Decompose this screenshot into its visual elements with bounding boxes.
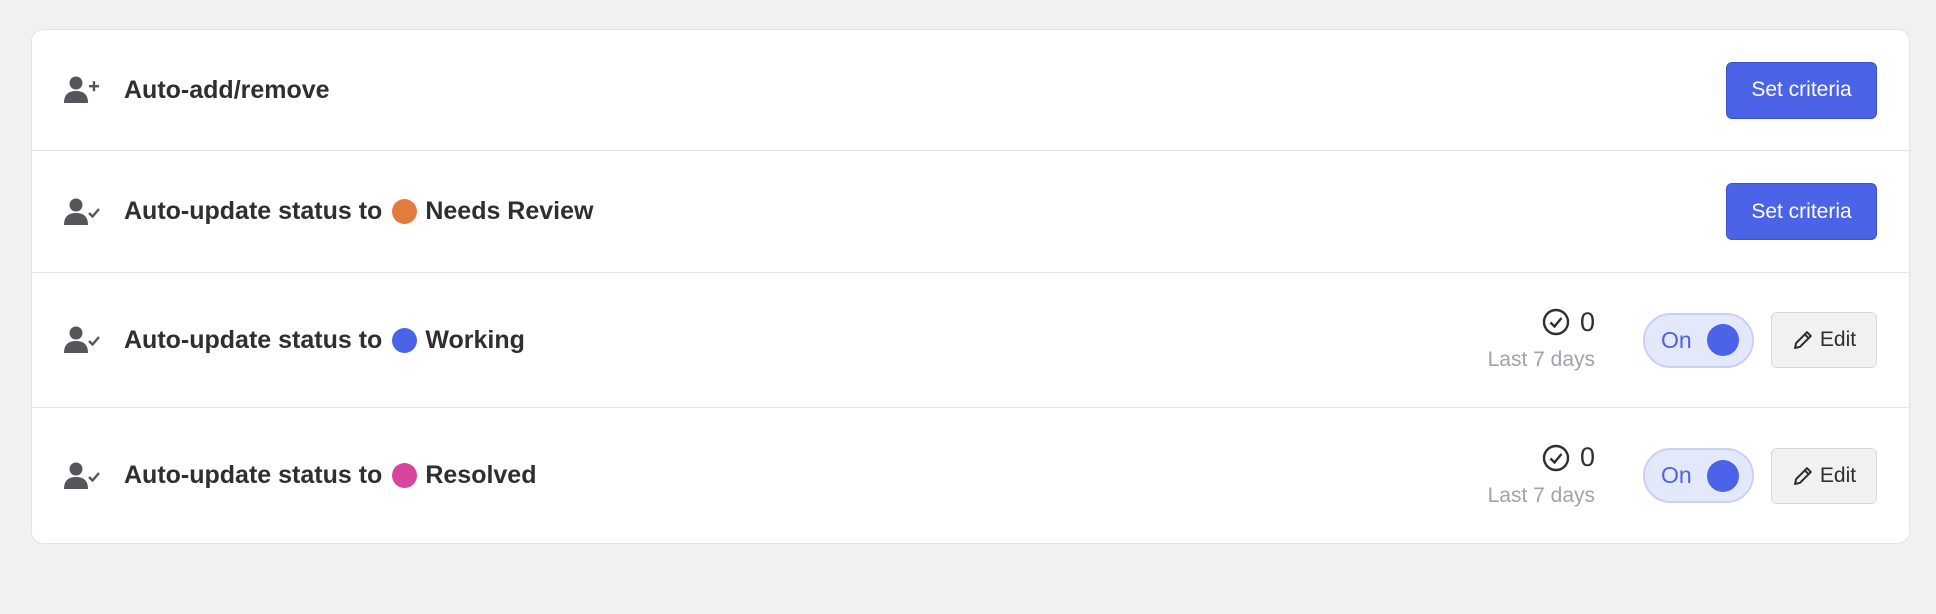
- run-count: 0: [1542, 308, 1595, 336]
- run-count: 0: [1542, 444, 1595, 472]
- edit-button[interactable]: Edit: [1771, 312, 1877, 368]
- rule-row-resolved: Auto-update status to Resolved 0 Last 7 …: [32, 408, 1909, 543]
- edit-button[interactable]: Edit: [1771, 447, 1877, 504]
- rule-title: Auto-update status to: [124, 461, 383, 489]
- edit-label: Edit: [1819, 463, 1857, 487]
- set-criteria-button[interactable]: Set criteria: [1726, 61, 1877, 119]
- rule-title: Auto-update status to: [124, 197, 383, 225]
- rule-row-working: Auto-update status to Working 0 Last 7 d…: [32, 273, 1909, 408]
- automation-rules-card: Auto-add/remove Set criteria Auto-update…: [31, 29, 1910, 544]
- user-plus-icon: [64, 74, 100, 106]
- rule-stats: 0 Last 7 days: [1488, 308, 1595, 372]
- rule-toggle[interactable]: On: [1643, 448, 1754, 503]
- status-dot-needs-review: [392, 199, 418, 224]
- status-dot-resolved: [392, 463, 418, 488]
- rule-title: Auto-add/remove: [124, 75, 330, 104]
- rule-title-group: Auto-update status to Needs Review: [124, 197, 593, 226]
- run-count-value: 0: [1579, 306, 1595, 337]
- set-criteria-button[interactable]: Set criteria: [1726, 183, 1877, 240]
- edit-label: Edit: [1819, 328, 1857, 351]
- stats-period: Last 7 days: [1487, 348, 1595, 371]
- status-name: Needs Review: [425, 197, 594, 225]
- toggle-knob: [1707, 324, 1739, 356]
- status-name: Working: [425, 325, 525, 354]
- status-name: Resolved: [425, 461, 537, 489]
- user-check-icon: [64, 324, 100, 356]
- rule-title: Auto-update status to: [124, 325, 383, 354]
- rule-title-group: Auto-update status to Working: [124, 326, 525, 355]
- pencil-icon: [1793, 331, 1812, 349]
- rule-stats: 0 Last 7 days: [1488, 444, 1595, 508]
- check-circle-icon: [1542, 444, 1570, 471]
- toggle-label: On: [1661, 326, 1692, 353]
- pencil-icon: [1793, 466, 1812, 485]
- toggle-knob: [1707, 459, 1739, 492]
- rule-row-needs-review: Auto-update status to Needs Review Set c…: [32, 151, 1909, 273]
- rule-title-group: Auto-update status to Resolved: [124, 461, 537, 490]
- rule-toggle[interactable]: On: [1643, 312, 1754, 368]
- status-dot-working: [392, 327, 418, 353]
- user-check-icon: [64, 460, 100, 492]
- toggle-label: On: [1661, 462, 1692, 488]
- rule-row-auto-add-remove: Auto-add/remove Set criteria: [32, 30, 1909, 151]
- run-count-value: 0: [1579, 442, 1595, 472]
- user-check-icon: [64, 196, 100, 228]
- check-circle-icon: [1542, 308, 1570, 336]
- stats-period: Last 7 days: [1487, 483, 1595, 507]
